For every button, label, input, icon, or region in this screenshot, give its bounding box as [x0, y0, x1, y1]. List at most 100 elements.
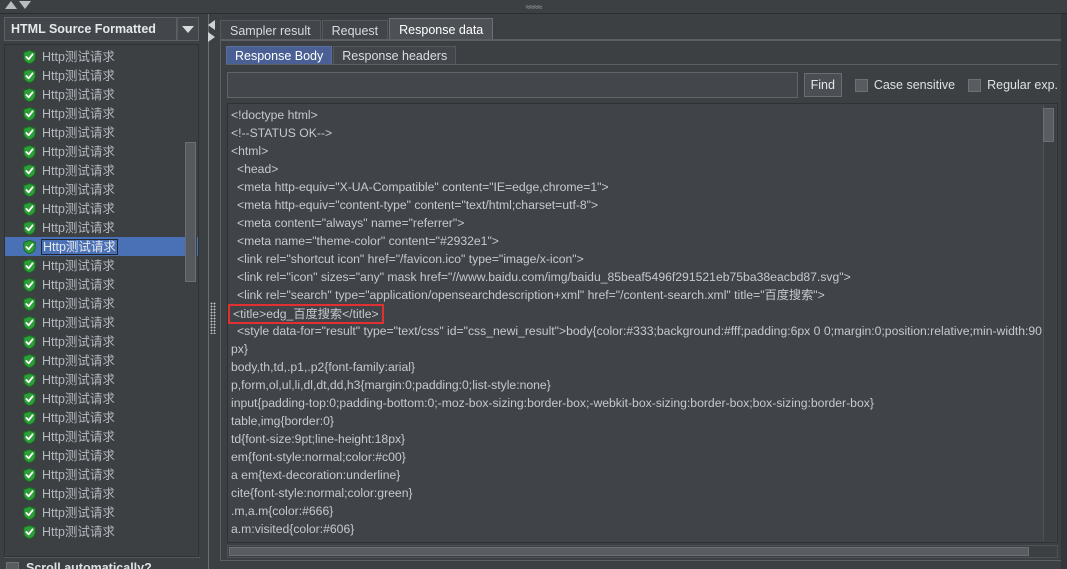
case-sensitive-checkbox[interactable] — [854, 78, 868, 92]
tree-item-label: Http测试请求 — [41, 238, 118, 255]
tree-item[interactable]: Http测试请求 — [5, 446, 198, 465]
code-line-row: cite{font-style:normal;color:green} — [231, 484, 1040, 502]
tree-item[interactable]: Http测试请求 — [5, 408, 198, 427]
triangle-down-icon[interactable] — [19, 1, 31, 9]
tree-item[interactable]: Http测试请求 — [5, 332, 198, 351]
green-shield-check-icon — [23, 391, 36, 406]
code-line-row: a a a{color:green} — [231, 538, 1040, 542]
case-sensitive-option[interactable]: Case sensitive — [854, 78, 955, 92]
tab-sampler-result[interactable]: Sampler result — [220, 20, 321, 40]
response-data-panel: Response Body Response headers Find Case … — [220, 40, 1063, 569]
tree-item-label: Http测试请求 — [42, 49, 115, 64]
code-line: a a a{color:green} — [231, 538, 1040, 542]
tree-item[interactable]: Http测试请求 — [5, 370, 198, 389]
tree-item[interactable]: Http测试请求 — [5, 218, 198, 237]
tab-response-data[interactable]: Response data — [389, 18, 494, 40]
left-panel: HTML Source Formatted Http测试请求 Http测试请求 Ht… — [0, 14, 205, 569]
tree-item[interactable]: Http测试请求 — [5, 237, 198, 256]
code-line: table,img{border:0} — [231, 414, 334, 428]
code-line: <!doctype html> — [231, 108, 318, 122]
dots-grip-icon[interactable] — [210, 302, 216, 334]
green-shield-check-icon — [23, 353, 36, 368]
code-horizontal-scrollbar-thumb[interactable] — [229, 547, 1029, 556]
tree-item[interactable]: Http测试请求 — [5, 123, 198, 142]
code-line: <!--STATUS OK--> — [231, 126, 333, 140]
tree-item[interactable]: Http测试请求 — [5, 275, 198, 294]
tree-item[interactable]: Http测试请求 — [5, 503, 198, 522]
green-shield-check-icon — [23, 144, 36, 159]
tree-item-label: Http测试请求 — [42, 277, 115, 292]
green-shield-check-icon — [23, 182, 36, 197]
regular-exp-option[interactable]: Regular exp. — [968, 78, 1058, 92]
tree-item[interactable]: Http测试请求 — [5, 199, 198, 218]
tree-item[interactable]: Http测试请求 — [5, 142, 198, 161]
scroll-automatically-checkbox[interactable] — [6, 561, 19, 569]
subtab-response-body[interactable]: Response Body — [226, 46, 333, 65]
green-shield-check-icon — [23, 334, 36, 349]
tree-item[interactable]: Http测试请求 — [5, 161, 198, 180]
green-shield-check-icon — [23, 486, 36, 501]
window-scrollbar-track[interactable] — [1061, 14, 1067, 569]
splitter-collapse-arrows[interactable] — [208, 20, 215, 42]
code-vertical-scrollbar-thumb[interactable] — [1043, 108, 1054, 142]
tree-item[interactable]: Http测试请求 — [5, 313, 198, 332]
code-line: a em{text-decoration:underline} — [231, 468, 401, 482]
tree-item[interactable]: Http测试请求 — [5, 47, 198, 66]
code-line-row: table,img{border:0} — [231, 412, 1040, 430]
code-line-row: <!doctype html> — [231, 106, 1040, 124]
regular-exp-checkbox[interactable] — [968, 78, 982, 92]
tree-scrollbar-track[interactable] — [185, 46, 197, 556]
view-format-combo-value[interactable]: HTML Source Formatted — [4, 17, 177, 41]
tree-item[interactable]: Http测试请求 — [5, 427, 198, 446]
tree-item[interactable]: Http测试请求 — [5, 389, 198, 408]
subtab-response-headers[interactable]: Response headers — [333, 46, 457, 65]
tree-item[interactable]: Http测试请求 — [5, 484, 198, 503]
view-format-combo[interactable]: HTML Source Formatted — [4, 17, 199, 41]
chevron-down-icon[interactable] — [177, 17, 199, 41]
tree-item-label: Http测试请求 — [42, 315, 115, 330]
tree-item[interactable]: Http测试请求 — [5, 180, 198, 199]
tree-item[interactable]: Http测试请求 — [5, 294, 198, 313]
code-vertical-scrollbar-track[interactable] — [1043, 105, 1056, 541]
code-line-row: px} — [231, 340, 1040, 358]
top-scroll-arrows[interactable] — [5, 1, 31, 9]
right-panel: Sampler result Request Response data Respo… — [218, 14, 1067, 569]
tree-item-label: Http测试请求 — [42, 125, 115, 140]
results-tree[interactable]: Http测试请求 Http测试请求 Http测试请求 Http测试请求 Http测试请求… — [4, 44, 199, 557]
triangle-up-icon[interactable] — [5, 1, 17, 9]
code-line-row: <head> — [231, 160, 1040, 178]
triangle-left-icon[interactable] — [208, 20, 215, 30]
scroll-automatically-option[interactable]: Scroll automatically? — [6, 561, 152, 569]
tree-item[interactable]: Http测试请求 — [5, 256, 198, 275]
green-shield-check-icon — [23, 201, 36, 216]
code-line: cite{font-style:normal;color:green} — [231, 486, 413, 500]
tree-item[interactable]: Http测试请求 — [5, 104, 198, 123]
search-input[interactable] — [227, 72, 798, 98]
green-shield-check-icon — [23, 106, 36, 121]
code-line: <link rel="shortcut icon" href="/favicon… — [237, 252, 584, 266]
response-subtabbar: Response Body Response headers — [226, 45, 457, 65]
green-shield-check-icon — [23, 448, 36, 463]
green-shield-check-icon — [23, 239, 36, 254]
vertical-splitter[interactable] — [205, 14, 218, 569]
tree-item-label: Http测试请求 — [42, 144, 115, 159]
tree-item[interactable]: Http测试请求 — [5, 465, 198, 484]
window-top-strip: ≈≈≈≈ — [0, 0, 1067, 14]
tree-item[interactable]: Http测试请求 — [5, 522, 198, 541]
tree-item[interactable]: Http测试请求 — [5, 85, 198, 104]
tree-item[interactable]: Http测试请求 — [5, 66, 198, 85]
code-line: <meta http-equiv="X-UA-Compatible" conte… — [237, 180, 609, 194]
response-body-viewer[interactable]: <!doctype html> <!--STATUS OK--> <html> <he… — [227, 103, 1058, 543]
find-button[interactable]: Find — [803, 73, 842, 97]
main-tabbar: Sampler result Request Response data — [220, 18, 494, 40]
code-line: input{padding-top:0;padding-bottom:0;-mo… — [231, 396, 874, 410]
tree-scrollbar-thumb[interactable] — [185, 142, 196, 282]
tree-item-label: Http测试请求 — [42, 505, 115, 520]
code-line-row: p,form,ol,ul,li,dl,dt,dd,h3{margin:0;pad… — [231, 376, 1040, 394]
tree-item[interactable]: Http测试请求 — [5, 351, 198, 370]
horizontal-splitter-grip-icon[interactable]: ≈≈≈≈ — [526, 3, 543, 12]
scroll-automatically-label: Scroll automatically? — [26, 561, 152, 569]
triangle-right-icon[interactable] — [208, 32, 215, 42]
tab-request[interactable]: Request — [321, 20, 389, 40]
code-line-row: a em{text-decoration:underline} — [231, 466, 1040, 484]
